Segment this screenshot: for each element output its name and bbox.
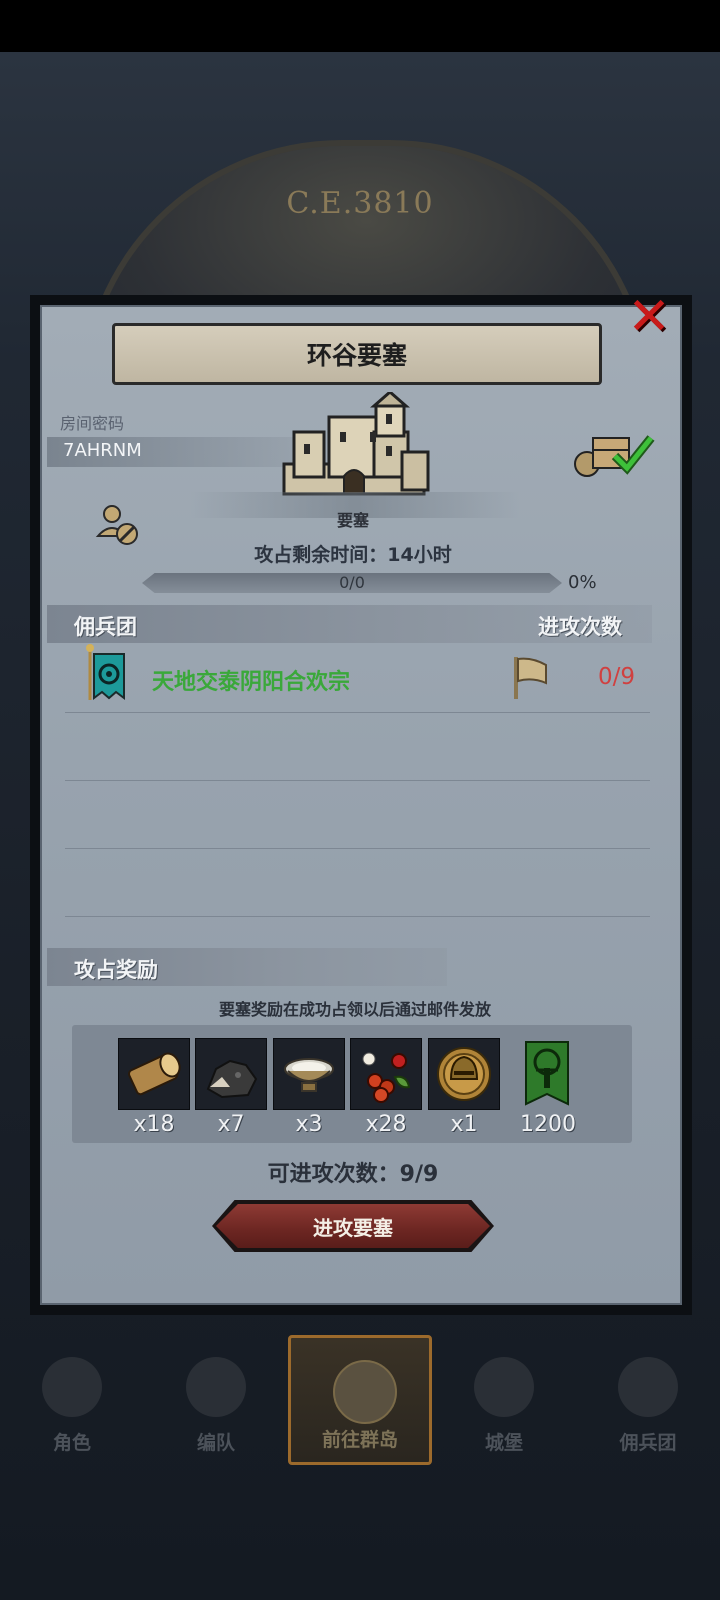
nav-label: 佣兵团 — [619, 1432, 677, 1454]
mercenary-header: 佣兵团 — [74, 615, 137, 639]
row-divider — [65, 712, 650, 713]
mercenary-ship-icon — [618, 1357, 678, 1417]
berries-icon — [362, 1052, 411, 1103]
progress-percent: 0% — [568, 572, 597, 593]
attack-count: 0/9 — [597, 664, 635, 690]
character-icon — [42, 1357, 102, 1417]
reward-qty: x18 — [133, 1112, 175, 1137]
reward-item[interactable] — [118, 1038, 190, 1112]
nav-label: 角色 — [52, 1432, 91, 1454]
reward-qty: x3 — [295, 1112, 323, 1137]
attacks-header: 进攻次数 — [538, 615, 622, 639]
room-code[interactable]: 7AHRNM — [63, 440, 142, 461]
silver-bowl-icon — [284, 1058, 334, 1092]
nav-item-character[interactable]: 角色 — [0, 1335, 144, 1465]
reward-header: 攻占奖励 — [74, 958, 158, 982]
castle-icon — [474, 1357, 534, 1417]
attack-button-label: 进攻要塞 — [216, 1204, 490, 1248]
row-divider — [65, 916, 650, 917]
status-bar — [0, 0, 720, 52]
room-label: 房间密码 — [60, 414, 125, 433]
knight-helmet-icon — [437, 1047, 491, 1101]
row-divider — [65, 848, 650, 849]
reward-note: 要塞奖励在成功占领以后通过邮件发放 — [218, 1000, 491, 1019]
nav-item-islands[interactable]: 前往群岛 — [288, 1335, 432, 1465]
close-icon: ✕ — [627, 287, 671, 347]
fortress-icon — [282, 392, 430, 496]
reward-item[interactable] — [273, 1038, 345, 1112]
reward-item[interactable] — [350, 1038, 422, 1112]
flag-icon — [514, 657, 547, 699]
nav-item-mercenary[interactable]: 佣兵团 — [576, 1335, 720, 1465]
wood-log-icon — [127, 1052, 181, 1096]
era-label: C.E.3810 — [286, 186, 434, 221]
nav-item-formation[interactable]: 编队 — [144, 1335, 288, 1465]
formation-icon — [186, 1357, 246, 1417]
reward-item[interactable] — [428, 1038, 500, 1112]
reward-qty: 1200 — [520, 1112, 576, 1137]
time-remaining: 攻占剩余时间：14小时 — [254, 544, 452, 566]
no-user-icon[interactable] — [95, 502, 141, 548]
supply-check-icon[interactable] — [573, 432, 655, 478]
islands-map-icon — [333, 1360, 397, 1424]
reward-qty: x7 — [217, 1112, 245, 1137]
mercenary-name[interactable]: 天地交泰阴阳合欢宗 — [152, 664, 350, 696]
nav-label: 城堡 — [484, 1432, 523, 1454]
bottom-nav: 角色 编队 前往群岛 城堡 佣兵团 — [0, 1335, 720, 1465]
tree-banner-icon — [525, 1041, 569, 1106]
fortress-label: 要塞 — [336, 511, 369, 530]
attacks-left: 可进攻次数：9/9 — [267, 1162, 439, 1187]
nav-label: 编队 — [196, 1432, 235, 1454]
reward-item[interactable] — [195, 1038, 267, 1112]
attack-fortress-button[interactable]: 进攻要塞 — [212, 1200, 494, 1252]
reward-qty: x28 — [365, 1112, 407, 1137]
mercenary-banner-icon — [86, 644, 125, 700]
nav-label: 前往群岛 — [321, 1429, 398, 1451]
dialog-title: 环谷要塞 — [112, 323, 602, 385]
row-divider — [65, 780, 650, 781]
reward-qty: x1 — [450, 1112, 478, 1137]
progress-text: 0/0 — [339, 573, 365, 592]
reward-item[interactable] — [512, 1038, 584, 1112]
close-button[interactable]: ✕ — [620, 288, 678, 346]
ore-chunk-icon — [206, 1059, 258, 1099]
nav-item-castle[interactable]: 城堡 — [432, 1335, 576, 1465]
